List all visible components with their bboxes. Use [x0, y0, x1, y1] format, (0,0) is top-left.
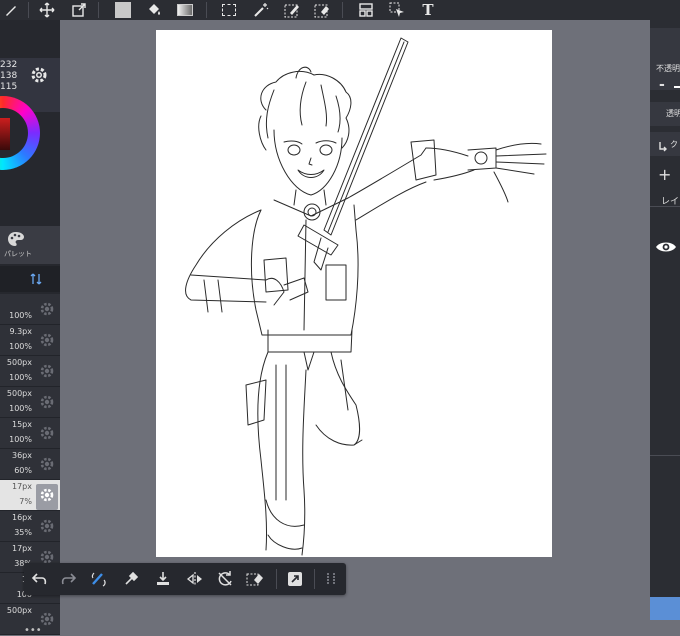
right-panel: 不透明 - 透明 ク + レイ — [650, 20, 680, 620]
top-toolbar: T — [0, 0, 680, 20]
toolbar-divider — [206, 2, 207, 18]
erase-selection-icon[interactable] — [244, 568, 266, 590]
brush-item[interactable]: 17px 7% — [0, 480, 60, 511]
brush-settings-icon[interactable] — [39, 394, 55, 414]
brush-settings-icon[interactable] — [39, 363, 55, 383]
brush-settings-icon[interactable] — [36, 484, 58, 510]
select-rect-icon[interactable] — [220, 1, 238, 19]
rgb-green-value: 138 — [0, 71, 18, 81]
brush-opacity: 100% — [9, 311, 32, 320]
brush-size: 15px — [12, 420, 32, 429]
undo-icon[interactable] — [28, 568, 50, 590]
brush-size: 500px — [6, 389, 32, 398]
gear-icon[interactable] — [29, 65, 49, 89]
grip-icon[interactable] — [320, 568, 342, 590]
brush-size: 9.3px — [9, 327, 32, 336]
brush-size: 17px — [12, 482, 32, 491]
brush-item[interactable]: 36px 60% — [0, 449, 60, 480]
add-layer-button[interactable]: + — [658, 165, 671, 184]
pen-icon[interactable] — [2, 1, 20, 19]
eye-icon[interactable] — [655, 239, 677, 258]
opacity-block — [650, 28, 680, 90]
clipping-label: ク — [670, 140, 678, 149]
brush-opacity: 100% — [9, 435, 32, 444]
opacity-label: 不透明 — [656, 64, 680, 73]
palette-icon — [7, 231, 25, 251]
brush-opacity: 100% — [9, 404, 32, 413]
brush-settings-icon[interactable] — [39, 332, 55, 352]
brush-opacity: 7% — [19, 497, 32, 506]
text-icon[interactable]: T — [419, 1, 437, 19]
brush-swap-icon[interactable] — [88, 568, 110, 590]
more-dots[interactable]: ••• — [24, 625, 42, 636]
magic-wand-icon[interactable] — [252, 1, 270, 19]
opacity-minus-button[interactable]: - — [659, 77, 665, 93]
brush-item[interactable]: 500px 100% — [0, 356, 60, 387]
brush-opacity: 60% — [14, 466, 32, 475]
fill-color-icon[interactable] — [114, 1, 132, 19]
palette-label: パレット — [4, 250, 32, 258]
flip-icon[interactable] — [184, 568, 206, 590]
select-move-icon[interactable] — [388, 1, 406, 19]
opacity-slider[interactable] — [674, 86, 680, 88]
brush-item[interactable]: 16px 35% — [0, 511, 60, 542]
toolbar-divider — [28, 2, 29, 18]
brush-size: 17px — [12, 544, 32, 553]
eyedropper-icon[interactable] — [120, 568, 142, 590]
panel-icon[interactable] — [357, 1, 375, 19]
layer-divider — [650, 206, 680, 207]
layer-divider — [650, 455, 680, 456]
drawing-canvas[interactable] — [156, 30, 552, 557]
clip-icon — [658, 138, 668, 157]
select-pen-icon[interactable] — [283, 1, 301, 19]
rotate-lock-icon[interactable] — [214, 568, 236, 590]
select-eraser-icon[interactable] — [313, 1, 331, 19]
brush-settings-icon[interactable] — [39, 301, 55, 321]
gradient-icon[interactable] — [176, 1, 194, 19]
toolbar-divider — [98, 2, 99, 18]
brush-size: 16px — [12, 513, 32, 522]
sort-icon[interactable] — [30, 271, 42, 290]
brush-settings-icon[interactable] — [39, 425, 55, 445]
save-layer-icon[interactable] — [152, 568, 174, 590]
brush-sort-row — [0, 266, 60, 292]
brush-settings-icon[interactable] — [39, 456, 55, 476]
redo-icon[interactable] — [58, 568, 80, 590]
toolbar-divider — [342, 2, 343, 18]
brush-opacity: 100% — [9, 373, 32, 382]
blend-mode-label: 透明 — [666, 109, 680, 118]
brush-item[interactable]: 9.3px 100% — [0, 325, 60, 356]
fullscreen-icon[interactable] — [284, 568, 306, 590]
bucket-icon[interactable] — [145, 1, 163, 19]
brush-opacity: 35% — [14, 528, 32, 537]
rgb-blue-value: 115 — [0, 82, 18, 92]
move-icon[interactable] — [38, 1, 56, 19]
bottom-toolbar — [24, 563, 346, 595]
brush-size: 500px — [6, 358, 32, 367]
layer-selected-indicator[interactable] — [650, 597, 680, 620]
rgb-red-value: 232 — [0, 60, 18, 70]
toolbar-divider — [314, 569, 315, 589]
toolbar-divider — [276, 569, 277, 589]
left-panel: 232 138 115 パレット 100% 9.3px 100% 500px 100% 5… — [0, 20, 60, 636]
brush-size: 36px — [12, 451, 32, 460]
line-art-drawing — [185, 37, 547, 556]
transform-icon[interactable] — [70, 1, 88, 19]
brush-opacity: 100% — [9, 342, 32, 351]
brush-size: 500px — [6, 606, 32, 615]
brush-settings-icon[interactable] — [39, 518, 55, 538]
brush-item[interactable]: 100% — [0, 294, 60, 325]
color-square[interactable] — [0, 118, 10, 150]
brush-item[interactable]: 500px 100% — [0, 387, 60, 418]
brush-item[interactable]: 15px 100% — [0, 418, 60, 449]
